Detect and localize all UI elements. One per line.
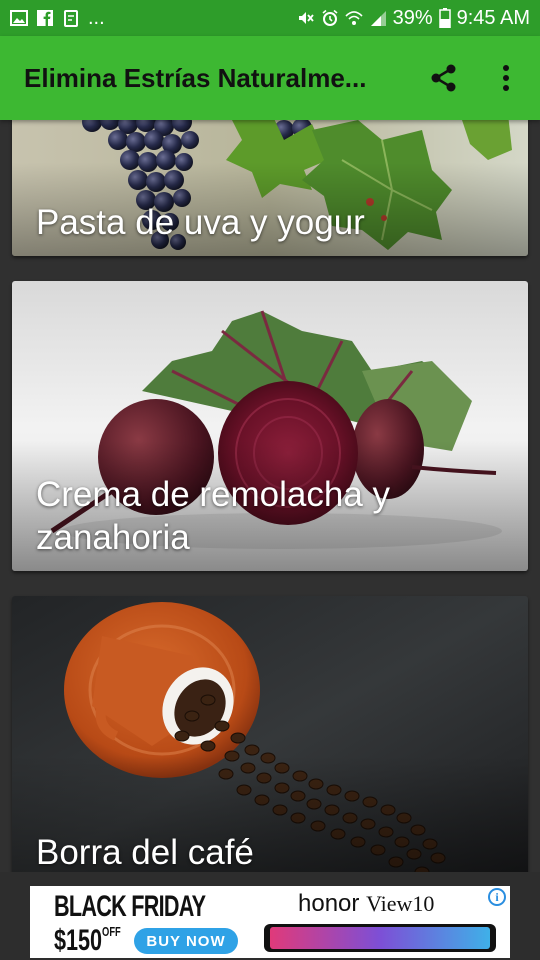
ad-price: $150OFF [54, 924, 121, 958]
recipe-card-title: Borra del café [36, 833, 254, 872]
app-title: Elimina Estrías Naturalme... [24, 62, 367, 93]
ad-brand: honor View10 [298, 890, 434, 918]
recipe-card-title: Crema de remolacha y zanahoria [36, 475, 391, 557]
wifi-icon [345, 11, 363, 25]
ad-model: View10 [366, 891, 435, 916]
ad-price-value: $150 [54, 924, 103, 957]
more-vert-icon [503, 65, 509, 91]
phone-image [264, 924, 496, 952]
notification-icons: ... [10, 7, 105, 30]
signal-icon [370, 11, 386, 26]
battery-percent: 39% [392, 6, 433, 29]
ad-banner[interactable]: BLACK FRIDAY $150OFF BUY NOW honor View1… [30, 886, 510, 958]
gallery-icon [10, 10, 28, 26]
buy-now-button[interactable]: BUY NOW [134, 928, 238, 954]
recipe-card-title: Pasta de uva y yogur [36, 203, 365, 242]
app-actions [426, 60, 524, 96]
ad-area: BLACK FRIDAY $150OFF BUY NOW honor View1… [0, 872, 540, 960]
recipe-card-uva-yogur[interactable]: Pasta de uva y yogur [12, 120, 528, 256]
ad-headline: BLACK FRIDAY [54, 890, 206, 923]
more-options-button[interactable] [488, 60, 524, 96]
recipe-list[interactable]: Pasta de uva y yogur Crema de remolacha … [0, 120, 540, 872]
share-icon [431, 64, 456, 92]
battery-icon [438, 8, 451, 28]
ad-brand-name: honor [298, 890, 360, 917]
share-button[interactable] [426, 60, 462, 96]
info-icon[interactable]: i [488, 888, 506, 906]
ad-price-suffix: OFF [102, 924, 121, 939]
alarm-icon [322, 9, 338, 26]
recipe-card-borra-cafe[interactable]: Borra del café [12, 596, 528, 872]
status-bar: ... 39% 9:45 AM [0, 0, 540, 36]
system-icons: 39% 9:45 AM [297, 7, 530, 30]
facebook-icon [37, 10, 53, 26]
more-notifications: ... [88, 6, 105, 29]
clock: 9:45 AM [456, 6, 530, 29]
app-bar: Elimina Estrías Naturalme... [0, 36, 540, 120]
recipe-card-remolacha-zanahoria[interactable]: Crema de remolacha y zanahoria [12, 281, 528, 571]
mute-icon [298, 12, 314, 24]
clipboard-icon [64, 10, 78, 27]
